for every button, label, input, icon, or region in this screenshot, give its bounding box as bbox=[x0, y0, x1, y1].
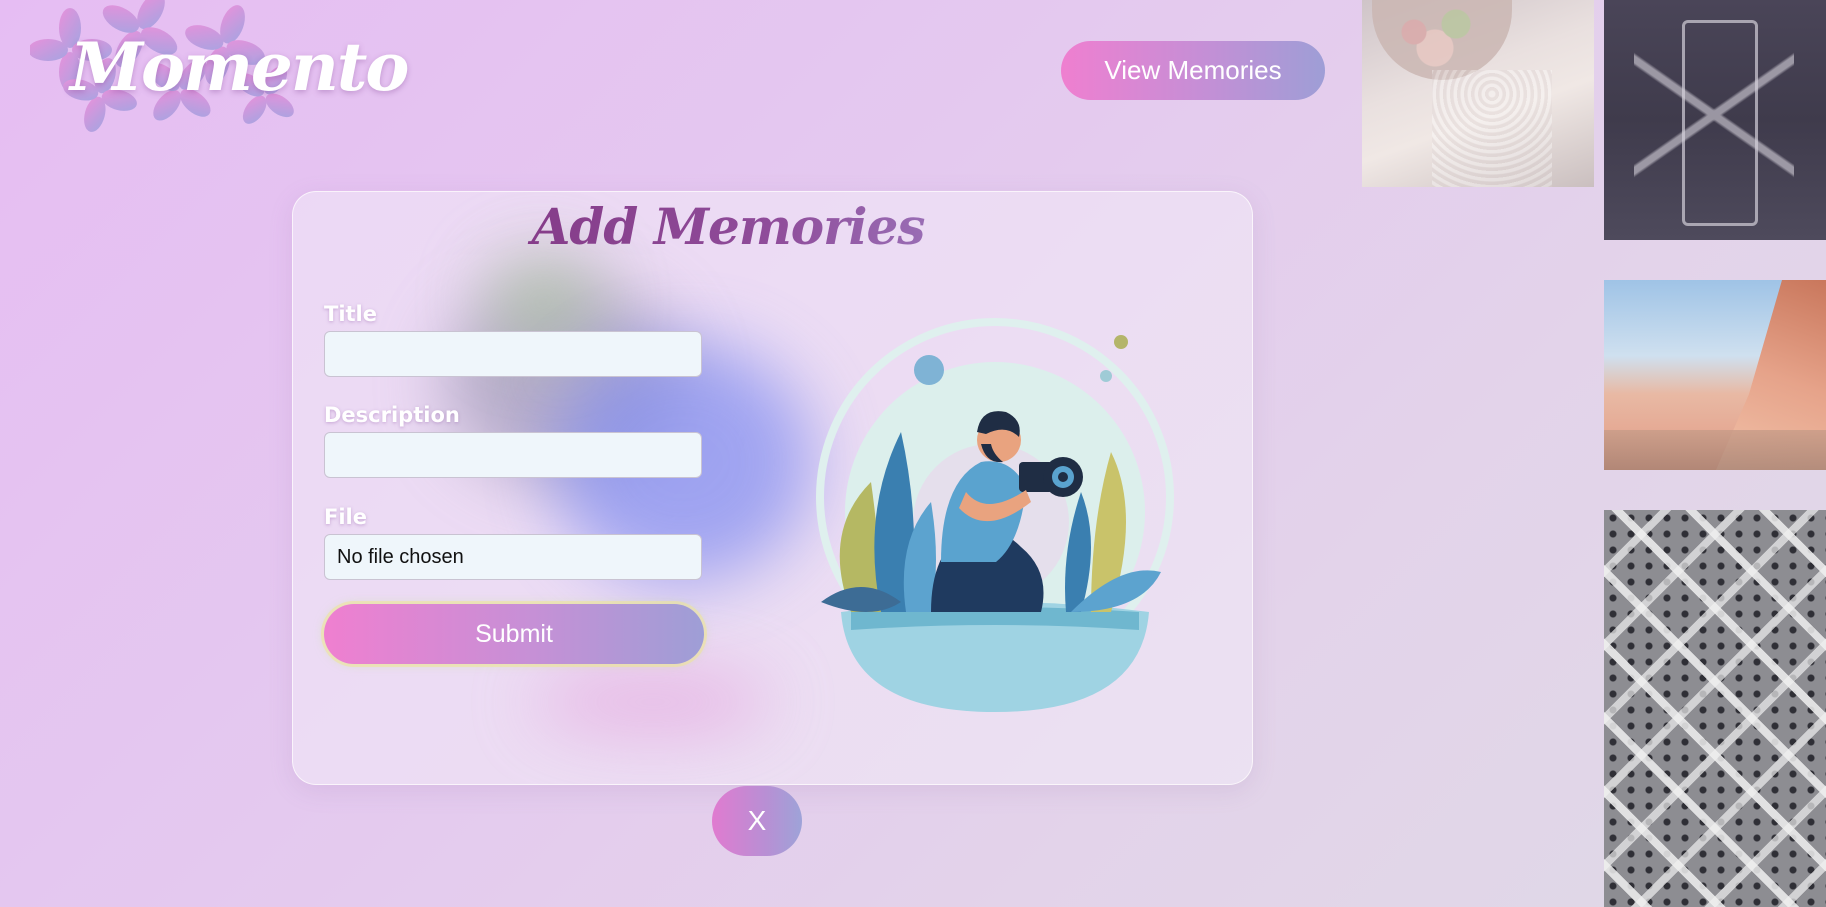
logo: Momento bbox=[30, 0, 409, 140]
background-blur bbox=[533, 672, 773, 732]
modal-title: Add Memories bbox=[293, 197, 1163, 256]
title-input[interactable] bbox=[324, 331, 702, 377]
canyon-photo bbox=[1604, 280, 1826, 470]
logo-text: Momento bbox=[70, 28, 409, 106]
add-memories-modal: Add Memories Title Description File No f… bbox=[292, 191, 1253, 785]
file-label: File bbox=[324, 505, 367, 529]
close-button[interactable]: X bbox=[712, 786, 802, 856]
crosswalk-crowd-photo bbox=[1604, 510, 1826, 907]
photographer-illustration-icon bbox=[816, 318, 1174, 712]
description-input[interactable] bbox=[324, 432, 702, 478]
submit-button[interactable]: Submit bbox=[324, 604, 704, 664]
file-status-text: No file chosen bbox=[337, 545, 464, 568]
file-input[interactable]: No file chosen bbox=[324, 534, 702, 580]
wedding-bouquet-photo bbox=[1362, 0, 1594, 187]
mirror-reflection-photo bbox=[1604, 0, 1826, 240]
view-memories-button[interactable]: View Memories bbox=[1061, 41, 1325, 100]
description-label: Description bbox=[324, 403, 460, 427]
title-label: Title bbox=[324, 302, 378, 326]
